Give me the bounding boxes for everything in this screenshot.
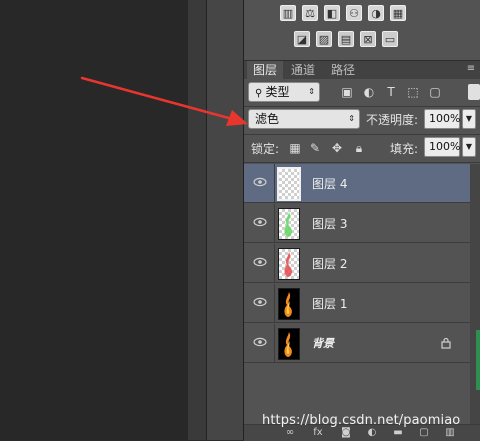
column-divider <box>274 204 275 243</box>
layer-name[interactable]: 图层 1 <box>312 295 347 312</box>
layer-row-1[interactable]: 图层 1 <box>244 284 470 323</box>
fill-dropdown-button[interactable]: ▼ <box>462 137 476 157</box>
adjustment-filter-icon[interactable]: ◐ <box>362 85 376 99</box>
lock-position-move-icon[interactable]: ✥ <box>330 141 344 155</box>
layer-name[interactable]: 背景 <box>312 335 334 351</box>
watermark: https://blog.csdn.net/paomiao <box>262 413 461 428</box>
new-layer-icon[interactable]: ▢ <box>418 428 430 438</box>
tab-paths[interactable]: 路径 <box>325 61 361 79</box>
smart-object-filter-icon[interactable]: ▢ <box>428 85 442 99</box>
layer-thumbnail[interactable] <box>277 167 301 201</box>
layer-row-3[interactable]: 图层 3 <box>244 204 470 243</box>
blend-mode-value: 滤色 <box>255 112 280 126</box>
eye-icon[interactable] <box>252 296 268 308</box>
adjustments-row-2: ◪ ▨ ▤ ⊠ ▭ <box>294 31 398 47</box>
trash-icon[interactable]: ▥ <box>444 428 456 438</box>
search-icon: ⚲ <box>255 88 266 99</box>
chevron-updown-icon: ⇕ <box>308 87 315 96</box>
layer-name[interactable]: 图层 3 <box>312 215 347 232</box>
canvas-scroll-gutter <box>188 0 206 440</box>
layer-row-4[interactable]: 图层 4 <box>244 164 470 203</box>
new-group-icon[interactable]: ▬ <box>392 428 404 438</box>
fire-thumbnail <box>284 292 292 317</box>
divider <box>244 134 480 135</box>
type-filter-icon[interactable]: T <box>384 85 398 99</box>
chevron-updown-icon: ⇕ <box>348 114 355 123</box>
layer-thumbnail[interactable] <box>278 208 300 240</box>
red-flame-thumbnail <box>284 252 292 277</box>
layer-name[interactable]: 图层 4 <box>312 175 347 192</box>
link-layers-icon[interactable]: ∞ <box>284 428 296 438</box>
selective-color-icon[interactable]: ▭ <box>382 31 398 47</box>
green-flame-thumbnail <box>284 212 292 237</box>
fill-input[interactable]: 100% <box>424 137 460 157</box>
layer-thumbnail[interactable] <box>278 248 300 280</box>
divider <box>244 106 480 107</box>
eye-icon[interactable] <box>252 256 268 268</box>
column-divider <box>274 284 275 323</box>
fill-label: 填充: <box>390 142 419 156</box>
opacity-dropdown-button[interactable]: ▼ <box>462 109 476 129</box>
eye-icon[interactable] <box>252 216 268 228</box>
scroll-indicator <box>476 330 480 390</box>
layer-style-icon[interactable]: fx <box>312 428 324 438</box>
opacity-label: 不透明度: <box>366 113 419 127</box>
filter-type-dropdown[interactable]: ⚲ 类型 ⇕ <box>248 82 320 102</box>
color-balance-icon[interactable]: ◑ <box>368 5 384 21</box>
divider <box>244 162 480 163</box>
document-canvas <box>0 0 188 440</box>
layer-name[interactable]: 图层 2 <box>312 255 347 272</box>
layer-thumbnail[interactable] <box>278 288 300 320</box>
panel-menu-icon[interactable]: ≡ <box>464 62 478 76</box>
lock-label: 锁定: <box>251 142 280 156</box>
layer-thumbnail[interactable] <box>278 328 300 360</box>
add-mask-icon[interactable]: ◙ <box>340 428 352 438</box>
column-divider <box>274 324 275 363</box>
eye-icon[interactable] <box>252 176 268 188</box>
shape-filter-icon[interactable]: ⬚ <box>406 85 420 99</box>
adjustments-row-1: ▥ ⚖ ◧ ⚇ ◑ ▦ <box>280 5 406 21</box>
channel-mixer-icon[interactable]: ▦ <box>390 5 406 21</box>
photo-filter-icon[interactable]: ◪ <box>294 31 310 47</box>
blend-mode-dropdown[interactable]: 滤色 ⇕ <box>248 109 360 129</box>
new-adjustment-icon[interactable]: ◐ <box>366 428 378 438</box>
posterize-icon[interactable]: ▤ <box>338 31 354 47</box>
exposure-icon[interactable]: ◧ <box>324 5 340 21</box>
opacity-input[interactable]: 100% <box>424 109 460 129</box>
gradient-map-icon[interactable]: ▨ <box>316 31 332 47</box>
curves-icon[interactable]: ⚖ <box>302 5 318 21</box>
lock-transparent-icon[interactable]: ▦ <box>288 141 302 155</box>
lock-image-brush-icon[interactable]: ✎ <box>308 141 322 155</box>
pixel-filter-icon[interactable]: ▣ <box>340 85 354 99</box>
panel-tabs: 图层 通道 路径 ≡ <box>244 60 480 79</box>
lock-all-icon[interactable]: 🔒︎ <box>352 141 366 155</box>
panel-dock-strip <box>206 0 244 440</box>
levels-icon[interactable]: ▥ <box>280 5 296 21</box>
layer-row-background[interactable]: 背景 <box>244 324 470 363</box>
lock-icon <box>441 337 451 349</box>
fire-thumbnail <box>284 332 292 357</box>
hue-saturation-icon[interactable]: ⚇ <box>346 5 362 21</box>
filter-type-label: 类型 <box>265 85 290 99</box>
column-divider <box>274 164 275 203</box>
threshold-icon[interactable]: ⊠ <box>360 31 376 47</box>
layer-row-2[interactable]: 图层 2 <box>244 244 470 283</box>
tab-layers[interactable]: 图层 <box>247 61 284 79</box>
column-divider <box>274 244 275 283</box>
tab-channels[interactable]: 通道 <box>285 61 321 79</box>
filter-toggle[interactable] <box>468 84 480 100</box>
layers-panel: ▥ ⚖ ◧ ⚇ ◑ ▦ ◪ ▨ ▤ ⊠ ▭ 图层 通道 路径 ≡ ⚲ 类型 ⇕ … <box>244 0 480 441</box>
eye-icon[interactable] <box>252 336 268 348</box>
